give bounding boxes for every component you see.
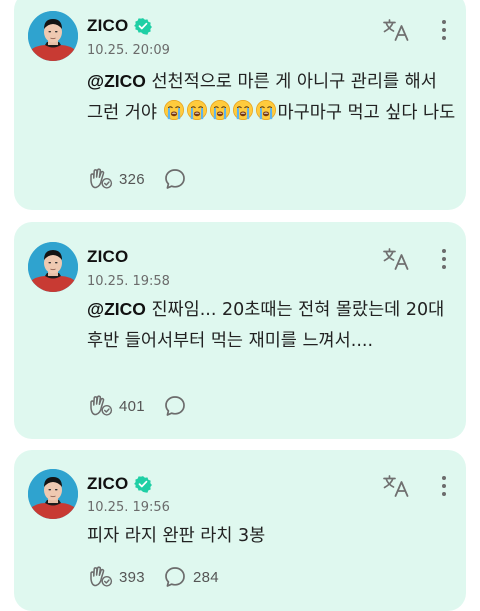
loudly-crying-face-icon: [255, 99, 277, 121]
loudly-crying-face-icon: [232, 99, 254, 121]
verified-badge-icon: [134, 17, 152, 35]
reaction-button[interactable]: 393: [87, 565, 145, 589]
author-row: ZICO: [87, 247, 128, 267]
verified-badge-icon: [134, 475, 152, 493]
avatar[interactable]: [28, 242, 78, 292]
comment-button[interactable]: [163, 394, 193, 418]
author-row: ZICO: [87, 16, 152, 36]
translate-icon[interactable]: [382, 247, 410, 271]
more-vertical-icon[interactable]: [440, 19, 448, 41]
post-card[interactable]: ZICO 10.25. 19:56 피자 라지 완판 라치 3봉 393 284: [14, 450, 466, 611]
avatar[interactable]: [28, 469, 78, 519]
reaction-count: 401: [119, 397, 145, 415]
reaction-button[interactable]: 401: [87, 394, 145, 418]
loudly-crying-face-icon: [209, 99, 231, 121]
post-text-part: 마구마구 먹고 싶다 나도: [277, 103, 456, 123]
comment-count: 284: [192, 568, 219, 586]
more-vertical-icon[interactable]: [440, 475, 448, 497]
reaction-count: 326: [119, 170, 145, 188]
post-feed: ZICO 10.25. 20:09 @ZICO 선천적으로 마른 게 아니구 관…: [0, 0, 480, 611]
loudly-crying-face-icon: [163, 99, 185, 121]
more-vertical-icon[interactable]: [440, 248, 448, 270]
emoji-group: [163, 103, 278, 123]
post-actions: 393 284: [87, 564, 237, 590]
reaction-button[interactable]: 326: [87, 167, 145, 191]
post-timestamp: 10.25. 19:56: [87, 500, 170, 515]
mention-link[interactable]: @ZICO: [87, 71, 146, 91]
post-text: @ZICO 진짜임... 20초때는 전혀 몰랐는데 20대 후반 들어서부터 …: [87, 294, 457, 357]
post-timestamp: 10.25. 19:58: [87, 274, 170, 289]
post-timestamp: 10.25. 20:09: [87, 43, 170, 58]
comment-bubble-icon: [163, 167, 187, 191]
avatar[interactable]: [28, 11, 78, 61]
author-row: ZICO: [87, 474, 152, 494]
comment-button[interactable]: 284: [163, 565, 219, 589]
translate-icon[interactable]: [382, 474, 410, 498]
author-name[interactable]: ZICO: [87, 16, 128, 36]
author-name[interactable]: ZICO: [87, 474, 128, 494]
reaction-hand-icon: [87, 394, 113, 418]
translate-icon[interactable]: [382, 18, 410, 42]
post-card[interactable]: ZICO 10.25. 19:58 @ZICO 진짜임... 20초때는 전혀 …: [14, 222, 466, 439]
reaction-hand-icon: [87, 565, 113, 589]
post-text: @ZICO 선천적으로 마른 게 아니구 관리를 해서 그런 거야 마구마구 먹…: [87, 66, 457, 129]
mention-link[interactable]: @ZICO: [87, 299, 146, 319]
post-card[interactable]: ZICO 10.25. 20:09 @ZICO 선천적으로 마른 게 아니구 관…: [14, 0, 466, 210]
post-actions: 401: [87, 393, 211, 419]
comment-bubble-icon: [163, 565, 187, 589]
reaction-hand-icon: [87, 167, 113, 191]
post-text: 피자 라지 완판 라치 3봉: [87, 526, 266, 546]
author-name[interactable]: ZICO: [87, 247, 128, 267]
reaction-count: 393: [119, 568, 145, 586]
post-actions: 326: [87, 166, 211, 192]
loudly-crying-face-icon: [186, 99, 208, 121]
comment-bubble-icon: [163, 394, 187, 418]
comment-button[interactable]: [163, 167, 193, 191]
